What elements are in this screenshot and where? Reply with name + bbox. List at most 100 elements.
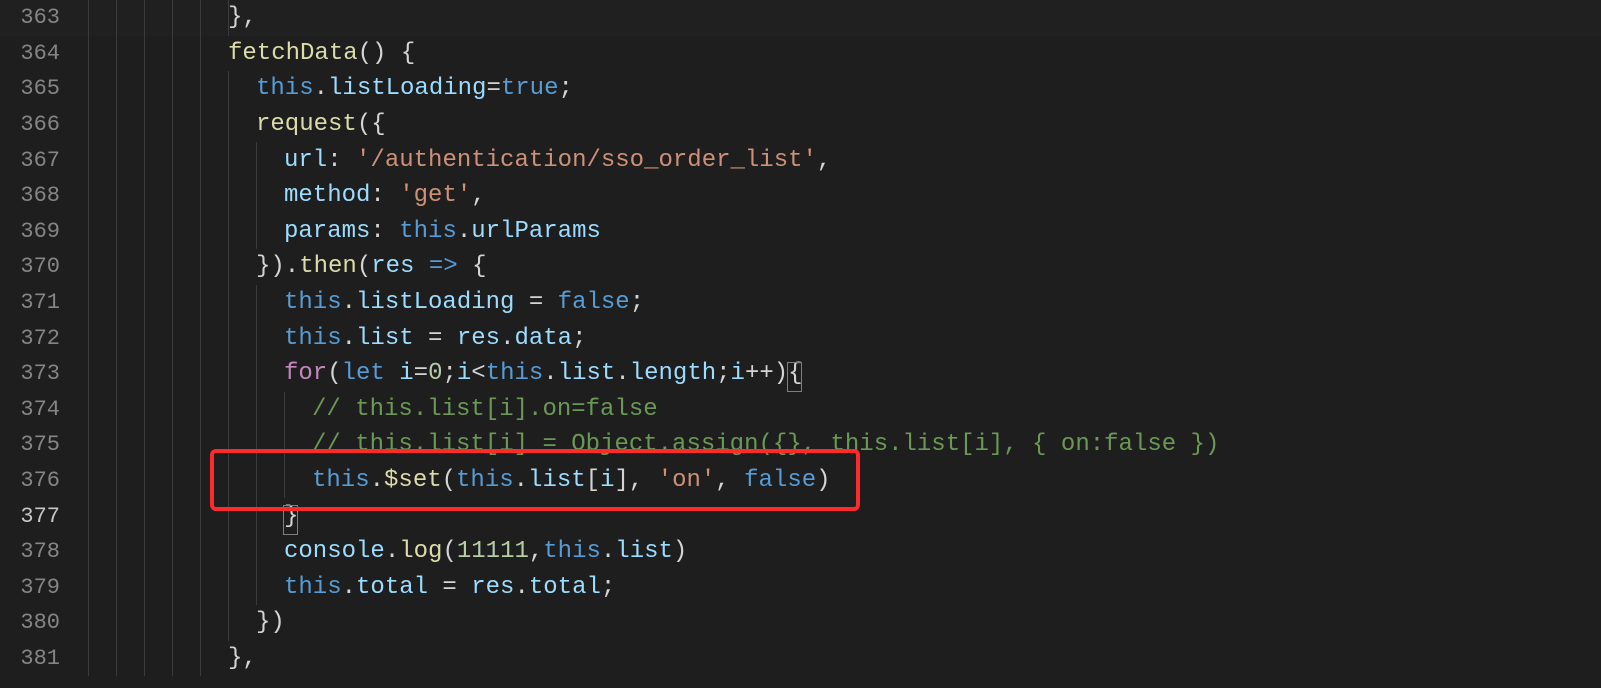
token-pun: , (529, 538, 543, 565)
token-pun (385, 182, 399, 209)
token-pun (385, 360, 399, 387)
token-pun: . (342, 574, 356, 601)
code-content[interactable]: this.listLoading = false; (284, 285, 644, 321)
code-line[interactable]: 370}).then(res => { (0, 249, 1601, 285)
code-content[interactable]: }, (228, 0, 257, 36)
token-prop: list (528, 467, 586, 494)
indent-guides (88, 463, 312, 499)
token-pun: = (486, 75, 500, 102)
token-pun: < (471, 360, 485, 387)
code-content[interactable]: this.$set(this.list[i], 'on', false) (312, 463, 831, 499)
line-number: 378 (0, 534, 88, 570)
code-line[interactable]: 364 fetchData() { (0, 36, 1601, 72)
token-prop: listLoading (356, 289, 514, 316)
code-content[interactable]: params: this.urlParams (284, 214, 601, 250)
line-number: 375 (0, 427, 88, 463)
token-pun (385, 218, 399, 245)
token-pun: ; (572, 325, 586, 352)
line-number: 379 (0, 570, 88, 606)
code-line[interactable]: 363}, (0, 0, 1601, 36)
code-content[interactable]: request({ (256, 107, 386, 143)
code-content[interactable]: }) (256, 605, 285, 641)
code-content[interactable]: this.total = res.total; (284, 570, 615, 606)
code-content[interactable]: this.list = res.data; (284, 320, 586, 356)
line-number: 366 (0, 107, 88, 143)
token-pun: ++) (745, 360, 788, 387)
token-pun: ( (357, 253, 371, 280)
token-prop: i (600, 467, 614, 494)
token-ctl: for (284, 360, 327, 387)
code-line[interactable]: 377} (0, 498, 1601, 534)
line-number: 373 (0, 356, 88, 392)
code-line[interactable]: 371 this.listLoading = false; (0, 285, 1601, 321)
token-pun: () { (358, 40, 416, 67)
token-prop: i (399, 360, 413, 387)
token-pun: . (457, 218, 471, 245)
line-number: 364 (0, 36, 88, 72)
indent-guides (88, 107, 256, 143)
token-pun: ( (442, 538, 456, 565)
code-content[interactable]: this.listLoading=true; (256, 71, 573, 107)
token-pun (414, 253, 428, 280)
token-key: true (501, 75, 559, 102)
line-number: 380 (0, 605, 88, 641)
code-line[interactable]: 381}, (0, 641, 1601, 677)
indent-guides (88, 178, 284, 214)
code-content[interactable]: // this.list[i].on=false (312, 392, 658, 428)
code-content[interactable]: method: 'get', (284, 178, 486, 214)
token-prop: list (558, 360, 616, 387)
code-content[interactable]: }, (228, 641, 257, 677)
code-content[interactable]: url: '/authentication/sso_order_list', (284, 142, 831, 178)
token-pun: { (458, 253, 487, 280)
code-line[interactable]: 369params: this.urlParams (0, 214, 1601, 250)
token-key: this (312, 467, 370, 494)
token-pun: [ (586, 467, 600, 494)
code-content[interactable]: }).then(res => { (256, 249, 486, 285)
token-str: 'get' (399, 182, 471, 209)
code-line[interactable]: 373for(let i=0;i<this.list.length;i++){ (0, 356, 1601, 392)
indent-guides (88, 641, 228, 677)
token-pun: { (788, 360, 802, 387)
token-pun: , (715, 467, 744, 494)
token-key: this (256, 75, 314, 102)
indent-guides (88, 285, 284, 321)
indent-guides (88, 534, 284, 570)
token-key: this (486, 360, 544, 387)
code-line[interactable]: 365this.listLoading=true; (0, 71, 1601, 107)
code-line[interactable]: 372this.list = res.data; (0, 320, 1601, 356)
token-pun: . (514, 574, 528, 601)
code-line[interactable]: 366 request({ (0, 107, 1601, 143)
code-line[interactable]: 380}) (0, 605, 1601, 641)
token-pun: . (601, 538, 615, 565)
token-prop: total (529, 574, 601, 601)
indent-guides (88, 356, 284, 392)
code-editor[interactable]: 363},364 fetchData() {365this.listLoading… (0, 0, 1601, 688)
code-content[interactable]: console.log(11111,this.list) (284, 534, 687, 570)
token-pun: . (500, 325, 514, 352)
code-content[interactable]: fetchData() { (228, 36, 415, 72)
code-content[interactable]: for(let i=0;i<this.list.length;i++){ (284, 356, 803, 392)
bracket-match-box (283, 505, 298, 535)
line-number: 367 (0, 142, 88, 178)
line-number: 371 (0, 285, 88, 321)
token-prop: i (731, 360, 745, 387)
token-pun: ( (327, 360, 341, 387)
code-line[interactable]: 374// this.list[i].on=false (0, 392, 1601, 428)
code-line[interactable]: 376this.$set(this.list[i], 'on', false) (0, 463, 1601, 499)
code-line[interactable]: 379 this.total = res.total; (0, 570, 1601, 606)
code-line[interactable]: 375 // this.list[i] = Object.assign({}, t… (0, 427, 1601, 463)
code-content[interactable]: } (284, 498, 298, 534)
code-line[interactable]: 378 console.log(11111,this.list) (0, 534, 1601, 570)
line-number: 376 (0, 463, 88, 499)
code-content[interactable]: // this.list[i] = Object.assign({}, this… (312, 427, 1219, 463)
code-line[interactable]: 367 url: '/authentication/sso_order_list'… (0, 142, 1601, 178)
token-pun (342, 147, 356, 174)
token-prop: listLoading (328, 75, 486, 102)
indent-guides (88, 570, 284, 606)
token-prop: res (457, 325, 500, 352)
code-line[interactable]: 368method: 'get', (0, 178, 1601, 214)
indent-guides (88, 71, 256, 107)
token-pun: ) (816, 467, 830, 494)
token-pun: ( (442, 467, 456, 494)
indent-guides (88, 605, 256, 641)
